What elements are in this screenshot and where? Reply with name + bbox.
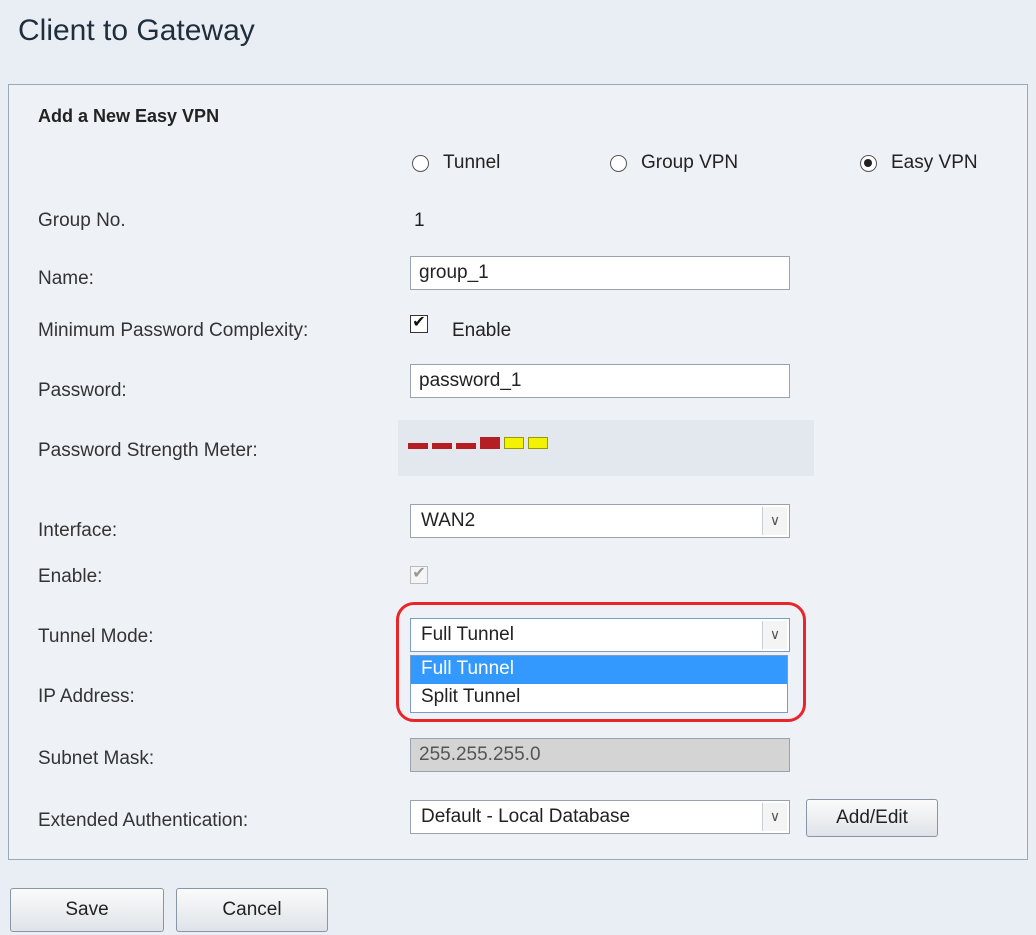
meter-segment xyxy=(432,443,452,449)
group-no-label: Group No. xyxy=(38,210,126,231)
meter-segment xyxy=(528,437,548,449)
subnet-mask-input xyxy=(410,738,790,772)
section-title: Add a New Easy VPN xyxy=(38,106,220,126)
interface-label: Interface: xyxy=(38,520,118,541)
radio-tunnel-circle[interactable] xyxy=(412,154,429,172)
tunnel-mode-label: Tunnel Mode: xyxy=(38,626,154,647)
radio-group-vpn[interactable]: Group VPN xyxy=(610,152,738,174)
extended-authentication-label: Extended Authentication: xyxy=(38,810,249,831)
radio-group-vpn-circle[interactable] xyxy=(610,154,627,172)
extended-authentication-select-value: Default - Local Database xyxy=(421,806,631,827)
radio-group-vpn-label: Group VPN xyxy=(641,152,739,173)
meter-segment xyxy=(408,443,428,449)
extended-authentication-select[interactable]: Default - Local Database ∨ xyxy=(410,800,790,834)
radio-tunnel-label: Tunnel xyxy=(443,152,501,173)
radio-easy-vpn-circle[interactable] xyxy=(860,154,877,172)
min-password-complexity-label: Minimum Password Complexity: xyxy=(38,320,309,341)
chevron-down-icon[interactable]: ∨ xyxy=(762,507,787,535)
meter-segment xyxy=(456,443,476,449)
password-strength-label: Password Strength Meter: xyxy=(38,440,258,461)
name-input[interactable] xyxy=(410,256,790,290)
meter-segment xyxy=(504,437,524,449)
highlight-ring xyxy=(396,602,806,722)
save-button[interactable]: Save xyxy=(10,888,164,932)
page-title: Client to Gateway xyxy=(18,14,255,47)
meter-segment xyxy=(480,437,500,449)
enable-checkbox: ✔ xyxy=(410,566,428,584)
min-password-complexity-enable-label: Enable xyxy=(452,320,512,341)
cancel-button[interactable]: Cancel xyxy=(176,888,328,932)
group-no-value: 1 xyxy=(414,210,425,231)
chevron-down-icon[interactable]: ∨ xyxy=(762,803,787,831)
interface-select-value: WAN2 xyxy=(421,510,476,531)
password-label: Password: xyxy=(38,380,127,401)
ip-address-label: IP Address: xyxy=(38,686,135,707)
radio-tunnel[interactable]: Tunnel xyxy=(412,152,500,174)
radio-easy-vpn[interactable]: Easy VPN xyxy=(860,152,978,174)
radio-easy-vpn-label: Easy VPN xyxy=(891,152,978,173)
password-strength-meter xyxy=(408,437,552,449)
subnet-mask-label: Subnet Mask: xyxy=(38,748,155,769)
add-edit-button[interactable]: Add/Edit xyxy=(806,799,938,837)
enable-label: Enable: xyxy=(38,566,103,587)
min-password-complexity-checkbox[interactable]: ✔ xyxy=(410,315,428,333)
interface-select[interactable]: WAN2 ∨ xyxy=(410,504,790,538)
name-label: Name: xyxy=(38,268,94,289)
password-input[interactable] xyxy=(410,364,790,398)
